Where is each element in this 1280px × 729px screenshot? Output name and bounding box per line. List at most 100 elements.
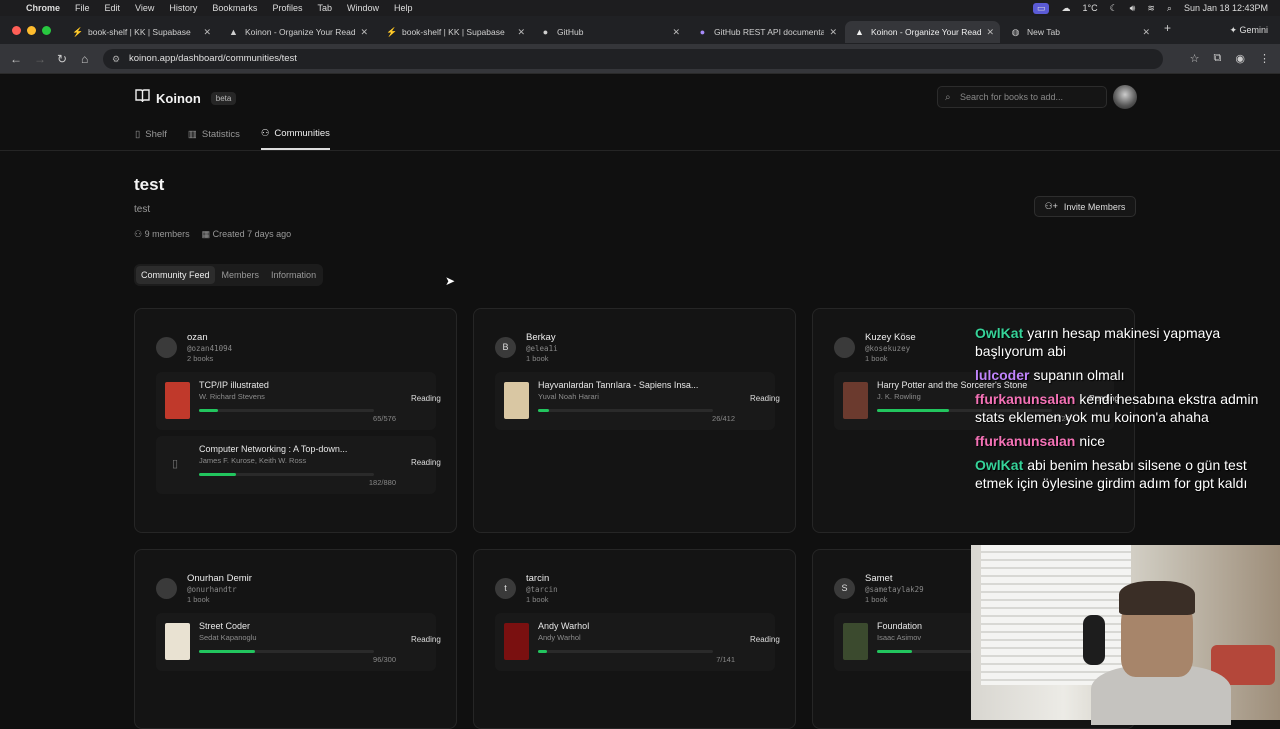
screen-icon[interactable]: ▭ xyxy=(1032,2,1050,14)
book-item[interactable]: Andy Warhol Andy Warhol Reading 7/141 xyxy=(495,613,780,671)
users-icon: ⚇ xyxy=(260,128,270,139)
zoom-window-button[interactable] xyxy=(42,26,51,35)
chat-message: ffurkanunsalan nice xyxy=(975,432,1275,450)
clock: Sun Jan 18 12:43PM xyxy=(1183,3,1268,13)
menu-tab[interactable]: Tab xyxy=(317,3,332,13)
browser-tab[interactable]: ⚡ book-shelf | KK | Supabase ✕ xyxy=(376,21,531,43)
menu-history[interactable]: History xyxy=(169,3,197,13)
new-tab-button[interactable]: + xyxy=(1164,21,1171,35)
avatar[interactable]: B xyxy=(495,337,516,358)
page-progress: 26/412 xyxy=(712,414,735,423)
forward-icon[interactable]: → xyxy=(34,52,46,66)
book-count: 1 book xyxy=(865,354,888,363)
tab-shelf[interactable]: ▯ Shelf xyxy=(135,128,167,150)
tab-statistics[interactable]: ▥ Statistics xyxy=(188,128,240,150)
member-card[interactable]: B Berkay @elea1i 1 book Hayvanlardan Tanrıla… xyxy=(473,308,796,533)
close-tab-icon[interactable]: ✕ xyxy=(986,27,994,38)
chat-nick: ffurkanunsalan xyxy=(975,391,1076,407)
book-search-input[interactable]: ⌕ Search for books to add... xyxy=(937,86,1107,108)
avatar[interactable] xyxy=(156,337,177,358)
brand[interactable]: Koinon beta xyxy=(135,89,237,107)
wifi-icon[interactable]: ≋ xyxy=(1147,3,1155,14)
gemini-button[interactable]: ✦ Gemini xyxy=(1229,25,1268,36)
avatar[interactable]: t xyxy=(495,578,516,599)
member-name[interactable]: Kuzey Köse xyxy=(865,332,916,343)
back-icon[interactable]: ← xyxy=(10,52,22,66)
book-item[interactable]: Street Coder Sedat Kapanoglu Reading 96/300 xyxy=(156,613,441,671)
book-item[interactable]: TCP/IP illustrated W. Richard Stevens Read… xyxy=(156,372,441,430)
member-card[interactable]: Onurhan Demir @onurhandtr 1 book Street Cod… xyxy=(134,549,457,729)
menu-window[interactable]: Window xyxy=(347,3,379,13)
close-tab-icon[interactable]: ✕ xyxy=(360,27,368,38)
menu-help[interactable]: Help xyxy=(394,3,413,13)
minimize-window-button[interactable] xyxy=(27,26,36,35)
member-card[interactable]: t tarcin @tarcin 1 book Andy Warhol Andy Warh… xyxy=(473,549,796,729)
book-item[interactable]: ▯ Computer Networking : A Top-down... Jame… xyxy=(156,436,441,494)
app-menu: Chrome File Edit View History Bookmarks … xyxy=(26,3,413,13)
user-avatar[interactable] xyxy=(1113,85,1137,109)
menu-bookmarks[interactable]: Bookmarks xyxy=(212,3,257,13)
users-icon: ⚇ xyxy=(134,229,145,239)
close-tab-icon[interactable]: ✕ xyxy=(672,27,680,38)
book-cover xyxy=(843,623,868,660)
volume-icon[interactable]: 🔊︎ xyxy=(1130,3,1136,14)
member-name[interactable]: Berkay xyxy=(526,332,556,343)
extensions-icon[interactable]: ⧉ xyxy=(1214,52,1222,65)
more-menu-icon[interactable]: ⋮ xyxy=(1259,52,1270,65)
menu-app[interactable]: Chrome xyxy=(26,3,60,13)
site-info-icon[interactable]: ⚙ xyxy=(112,49,120,69)
close-tab-icon[interactable]: ✕ xyxy=(829,27,837,38)
koinon-icon: ▲ xyxy=(855,26,864,37)
member-handle: @elea1i xyxy=(526,344,558,353)
tab-information[interactable]: Information xyxy=(266,266,321,284)
invite-members-button[interactable]: ⚇+ Invite Members xyxy=(1034,196,1136,217)
weather-icon[interactable]: ☁ xyxy=(1061,3,1070,14)
address-bar[interactable]: ⚙ koinon.app/dashboard/communities/test xyxy=(103,49,1163,69)
tab-members[interactable]: Members xyxy=(217,266,265,284)
avatar[interactable] xyxy=(834,337,855,358)
progress-bar xyxy=(199,650,374,653)
mouse-cursor: ➤ xyxy=(445,274,456,288)
github-icon: ● xyxy=(542,26,549,37)
menu-view[interactable]: View xyxy=(135,3,154,13)
menu-profiles[interactable]: Profiles xyxy=(272,3,302,13)
main-nav: ▯ Shelf ▥ Statistics ⚇ Communities xyxy=(135,128,330,150)
avatar[interactable] xyxy=(156,578,177,599)
home-icon[interactable]: ⌂ xyxy=(81,52,88,66)
bookmark-star-icon[interactable]: ☆ xyxy=(1190,52,1200,65)
member-name[interactable]: Onurhan Demir xyxy=(187,573,252,584)
book-placeholder-icon: ▯ xyxy=(172,458,179,470)
koinon-icon: ▲ xyxy=(229,26,238,37)
member-name[interactable]: ozan xyxy=(187,332,208,343)
search-icon[interactable]: ⌕ xyxy=(1167,3,1172,14)
close-tab-icon[interactable]: ✕ xyxy=(1142,27,1150,38)
member-name[interactable]: Samet xyxy=(865,573,892,584)
menu-edit[interactable]: Edit xyxy=(105,3,121,13)
tab-community-feed[interactable]: Community Feed xyxy=(136,266,215,284)
browser-tab-active[interactable]: ▲ Koinon - Organize Your Readi ✕ xyxy=(845,21,1000,43)
menu-file[interactable]: File xyxy=(75,3,90,13)
moon-icon[interactable]: ☾ xyxy=(1110,3,1118,14)
browser-tab[interactable]: ● GitHub REST API documentati ✕ xyxy=(688,21,843,43)
chat-text: supanın olmalı xyxy=(1033,367,1125,383)
reload-icon[interactable]: ↻ xyxy=(57,52,67,66)
tab-communities[interactable]: ⚇ Communities xyxy=(260,128,330,150)
member-name[interactable]: tarcin xyxy=(526,573,549,584)
member-card[interactable]: ozan @ozan41094 2 books TCP/IP illustrated W… xyxy=(134,308,457,533)
close-window-button[interactable] xyxy=(12,26,21,35)
close-tab-icon[interactable]: ✕ xyxy=(203,27,211,38)
avatar[interactable]: S xyxy=(834,578,855,599)
member-handle: @sametaylak29 xyxy=(865,585,924,594)
close-tab-icon[interactable]: ✕ xyxy=(517,27,525,38)
chat-message: OwlKat abi benim hesabı silsene o gün tes… xyxy=(975,456,1275,492)
browser-tab[interactable]: ▲ Koinon - Organize Your Readi ✕ xyxy=(219,21,374,43)
profile-icon[interactable]: ◉ xyxy=(1235,52,1245,65)
microphone xyxy=(1083,615,1105,665)
progress-fill xyxy=(199,473,236,476)
chart-icon: ▥ xyxy=(187,129,197,140)
browser-tab[interactable]: ● GitHub ✕ xyxy=(531,21,686,43)
progress-fill xyxy=(538,650,547,653)
book-item[interactable]: Hayvanlardan Tanrılara - Sapiens Insa...… xyxy=(495,372,780,430)
browser-tab[interactable]: ⚡ book-shelf | KK | Supabase ✕ xyxy=(62,21,217,43)
browser-tab[interactable]: ◍ New Tab ✕ xyxy=(1001,21,1156,43)
